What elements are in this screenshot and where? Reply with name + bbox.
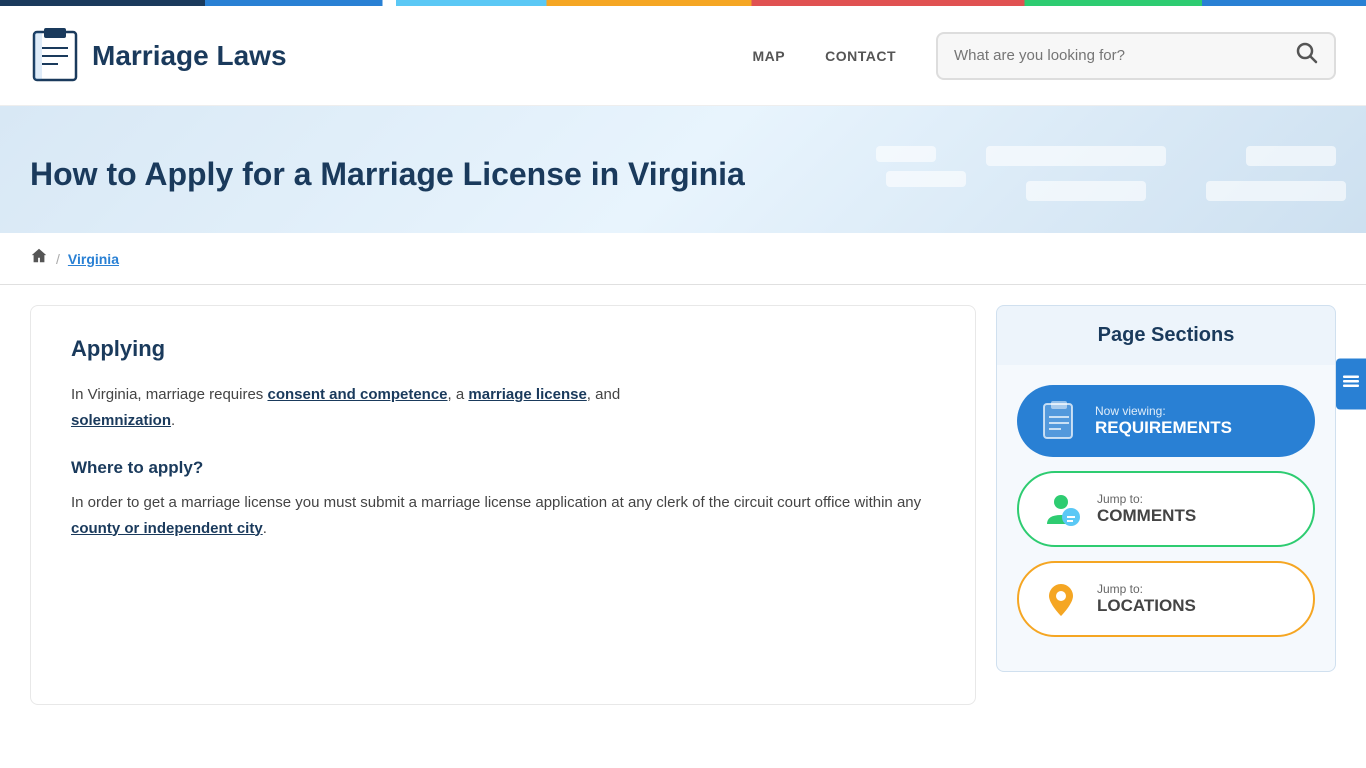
- article-intro-paragraph: In Virginia, marriage requires consent a…: [71, 382, 935, 433]
- article-link-license[interactable]: marriage license: [468, 386, 586, 403]
- article-where-paragraph: In order to get a marriage license you m…: [71, 490, 935, 541]
- requirements-icon: [1037, 399, 1081, 443]
- locations-icon: [1039, 577, 1083, 621]
- logo-icon: [30, 28, 80, 83]
- requirements-status: Now viewing:: [1095, 404, 1232, 418]
- breadcrumb-virginia[interactable]: Virginia: [68, 251, 119, 267]
- article: Applying In Virginia, marriage requires …: [30, 305, 976, 705]
- article-mid2: , and: [587, 386, 620, 403]
- article-link-solemnization[interactable]: solemnization: [71, 412, 171, 429]
- comments-text: Jump to: COMMENTS: [1097, 492, 1196, 526]
- locations-label: LOCATIONS: [1097, 596, 1196, 616]
- page-sections-title: Page Sections: [996, 305, 1336, 365]
- article-where-link[interactable]: county or independent city: [71, 520, 263, 537]
- search-icon: [1296, 42, 1318, 64]
- main-content: Applying In Virginia, marriage requires …: [0, 285, 1366, 725]
- comments-label: COMMENTS: [1097, 506, 1196, 526]
- section-btn-requirements[interactable]: Now viewing: REQUIREMENTS: [1017, 385, 1315, 457]
- nav-contact[interactable]: CONTACT: [825, 48, 896, 64]
- article-end: .: [171, 412, 175, 429]
- article-where-heading: Where to apply?: [71, 458, 935, 478]
- logo-title: Marriage Laws: [92, 40, 287, 72]
- article-mid1: , a: [448, 386, 469, 403]
- article-intro-text: In Virginia, marriage requires: [71, 386, 267, 403]
- breadcrumb-separator: /: [56, 251, 60, 267]
- logo-link[interactable]: Marriage Laws: [30, 28, 287, 83]
- article-heading: Applying: [71, 336, 935, 362]
- sidebar: Page Sections Now viewing: REQUIREMENTS: [996, 305, 1336, 672]
- breadcrumb-home-icon[interactable]: [30, 247, 48, 270]
- section-btn-locations[interactable]: Jump to: LOCATIONS: [1017, 561, 1315, 637]
- locations-status: Jump to:: [1097, 582, 1196, 596]
- requirements-text: Now viewing: REQUIREMENTS: [1095, 404, 1232, 438]
- hero-title: How to Apply for a Marriage License in V…: [30, 156, 1336, 193]
- floating-sidebar-toggle[interactable]: [1336, 359, 1366, 410]
- article-link-consent[interactable]: consent and competence: [267, 386, 447, 403]
- hero-section: How to Apply for a Marriage License in V…: [0, 106, 1366, 233]
- article-where-text1: In order to get a marriage license you m…: [71, 494, 921, 511]
- breadcrumb: / Virginia: [0, 233, 1366, 285]
- header: Marriage Laws MAP CONTACT: [0, 6, 1366, 106]
- main-nav: MAP CONTACT: [752, 48, 896, 64]
- search-input[interactable]: [954, 47, 1296, 64]
- sections-container: Now viewing: REQUIREMENTS: [996, 365, 1336, 672]
- comments-icon: [1039, 487, 1083, 531]
- nav-map[interactable]: MAP: [752, 48, 785, 64]
- section-btn-comments[interactable]: Jump to: COMMENTS: [1017, 471, 1315, 547]
- list-icon: [1342, 373, 1360, 391]
- locations-text: Jump to: LOCATIONS: [1097, 582, 1196, 616]
- article-where-end: .: [263, 520, 267, 537]
- comments-status: Jump to:: [1097, 492, 1196, 506]
- search-box: [936, 32, 1336, 80]
- requirements-label: REQUIREMENTS: [1095, 418, 1232, 438]
- search-button[interactable]: [1296, 42, 1318, 70]
